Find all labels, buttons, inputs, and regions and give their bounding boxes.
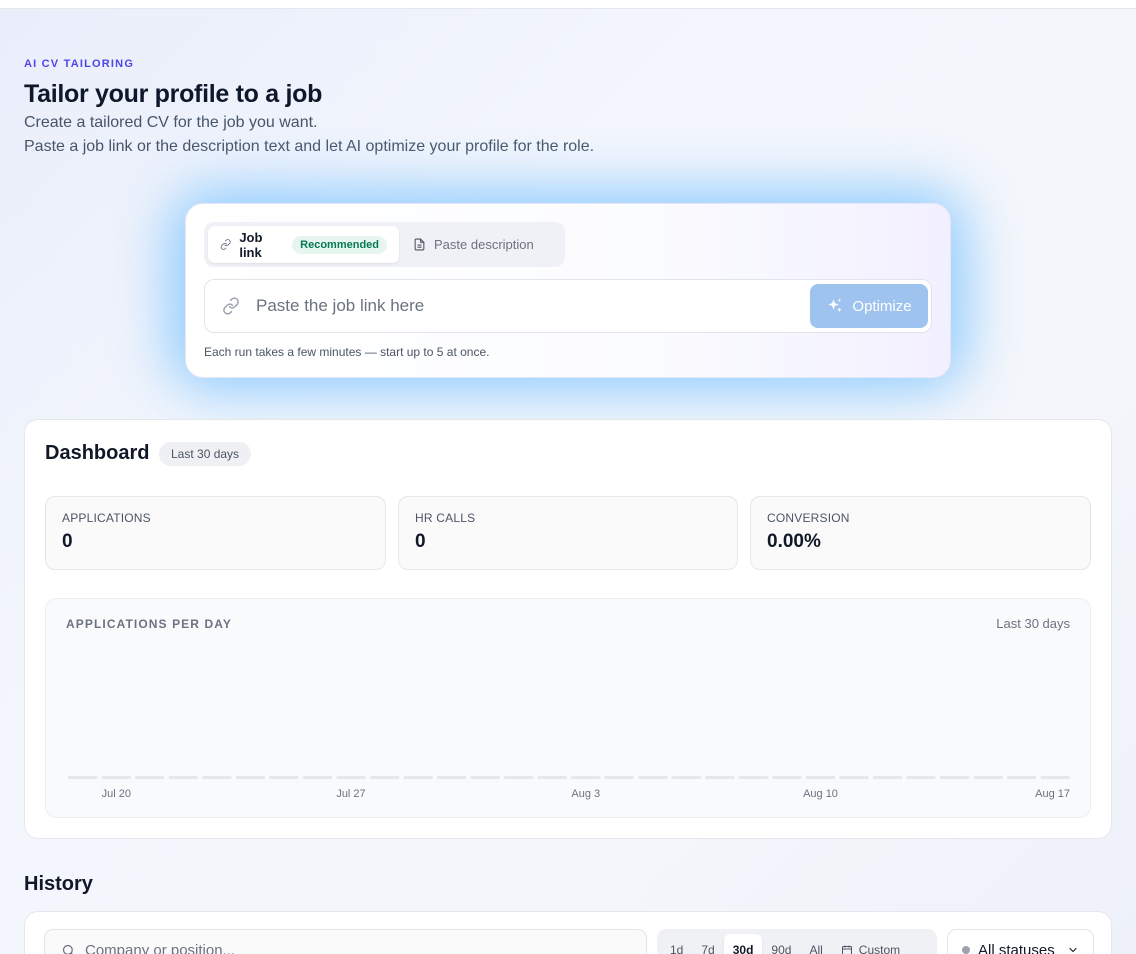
dashboard-card: Dashboard Last 30 days APPLICATIONS 0 HR…: [24, 419, 1112, 839]
optimize-button-label: Optimize: [852, 297, 912, 315]
range-option-all[interactable]: All: [800, 934, 831, 954]
range-option-label: 90d: [771, 943, 792, 954]
range-option-label: 7d: [701, 943, 715, 954]
chart-bar: [101, 776, 131, 779]
x-tick-label: Jul 20: [102, 788, 131, 800]
range-option-label: 30d: [732, 943, 754, 954]
status-dot: [962, 946, 970, 954]
x-tick-label: Jul 27: [336, 788, 365, 800]
history-search-input[interactable]: [85, 941, 625, 954]
range-option-30d[interactable]: 30d: [723, 934, 763, 954]
range-option-custom[interactable]: Custom: [832, 934, 909, 954]
job-input-card: Job link Recommended Paste description O…: [185, 203, 951, 378]
hero-section: AI CV TAILORING Tailor your profile to a…: [24, 58, 1114, 159]
chart-bar: [772, 776, 802, 779]
chart-bar: [604, 776, 634, 779]
dashboard-range-badge: Last 30 days: [159, 442, 252, 466]
chart-bar: [202, 776, 232, 779]
chart-bar: [1006, 776, 1037, 779]
range-option-1d[interactable]: 1d: [661, 934, 692, 954]
job-link-field: Optimize: [204, 279, 932, 333]
chart-bar: [906, 776, 936, 779]
page-title: Tailor your profile to a job: [24, 80, 323, 108]
hero-subtitle-line-1: Create a tailored CV for the job you wan…: [24, 114, 318, 131]
chart-bar: [1040, 776, 1070, 779]
chart-bar: [269, 776, 299, 779]
range-option-label: 1d: [670, 943, 684, 954]
chart-bar: [436, 776, 467, 779]
tab-paste-description[interactable]: Paste description: [401, 226, 546, 263]
applications-per-day-chart: APPLICATIONS PER DAY Last 30 days Jul 20…: [45, 598, 1091, 818]
stat-value: 0: [62, 531, 73, 552]
x-tick-label: Aug 17: [1035, 788, 1070, 800]
chart-bar: [168, 776, 199, 779]
hero-eyebrow: AI CV TAILORING: [24, 58, 135, 70]
stat-card-conversion: CONVERSION 0.00%: [750, 496, 1091, 570]
chart-bar: [805, 776, 836, 779]
search-icon: [62, 944, 74, 954]
history-search: [44, 929, 647, 954]
date-range-selector: 1d 7d 30d 90d All Custom: [657, 929, 937, 954]
chart-bar: [503, 776, 534, 779]
chart-bar: [302, 776, 333, 779]
tab-job-link-label: Job link: [239, 229, 263, 260]
stat-value: 0: [415, 531, 426, 552]
chart-bar: [671, 776, 702, 779]
chart-bar: [839, 776, 869, 779]
stat-label: CONVERSION: [767, 511, 850, 525]
chart-bar: [571, 776, 601, 779]
link-icon: [223, 297, 239, 315]
calendar-icon: [841, 945, 852, 954]
history-title: History: [24, 873, 93, 895]
chart-bar: [135, 776, 165, 779]
stat-label: HR CALLS: [415, 511, 476, 525]
chart-bar: [705, 776, 735, 779]
top-bar: [0, 0, 1136, 9]
chart-bar: [872, 776, 903, 779]
chart-bar: [638, 776, 668, 779]
chart-bar: [235, 776, 266, 779]
range-option-label: All: [809, 943, 823, 954]
stat-value: 0.00%: [767, 531, 821, 552]
link-icon: [220, 239, 231, 250]
history-card: 1d 7d 30d 90d All Custom All statuses: [24, 911, 1112, 954]
x-tick-label: Aug 10: [803, 788, 838, 800]
chart-plot: Jul 20 Jul 27 Aug 3 Aug 10 Aug 17: [68, 776, 1070, 800]
stat-label: APPLICATIONS: [62, 511, 151, 525]
status-filter-select[interactable]: All statuses: [947, 929, 1094, 954]
tab-job-link[interactable]: Job link Recommended: [208, 226, 399, 263]
chart-bar: [973, 776, 1003, 779]
dashboard-title: Dashboard: [45, 442, 150, 464]
hero-subtitle-line-2: Paste a job link or the description text…: [24, 138, 595, 155]
chart-bar: [403, 776, 433, 779]
status-filter-label: All statuses: [978, 941, 1055, 954]
range-option-label: Custom: [858, 943, 901, 954]
chart-bar: [336, 776, 366, 779]
range-option-7d[interactable]: 7d: [692, 934, 723, 954]
chart-bar: [470, 776, 500, 779]
range-option-90d[interactable]: 90d: [762, 934, 800, 954]
chevron-down-icon: [1069, 947, 1077, 953]
chart-bar: [537, 776, 567, 779]
chart-bar: [939, 776, 970, 779]
x-tick-label: Aug 3: [571, 788, 600, 800]
stat-card-hr-calls: HR CALLS 0: [398, 496, 738, 570]
recommended-badge: Recommended: [292, 235, 387, 254]
optimize-button[interactable]: Optimize: [810, 284, 928, 328]
sparkles-icon: [828, 298, 843, 312]
chart-bar: [738, 776, 769, 779]
input-mode-tabs: Job link Recommended Paste description: [204, 222, 565, 267]
tab-paste-description-label: Paste description: [434, 237, 534, 252]
job-link-input[interactable]: [256, 296, 796, 316]
chart-bar: [68, 776, 98, 779]
document-icon: [414, 238, 425, 251]
stat-card-applications: APPLICATIONS 0: [45, 496, 386, 570]
chart-bar: [369, 776, 400, 779]
run-hint: Each run takes a few minutes — start up …: [204, 345, 490, 359]
